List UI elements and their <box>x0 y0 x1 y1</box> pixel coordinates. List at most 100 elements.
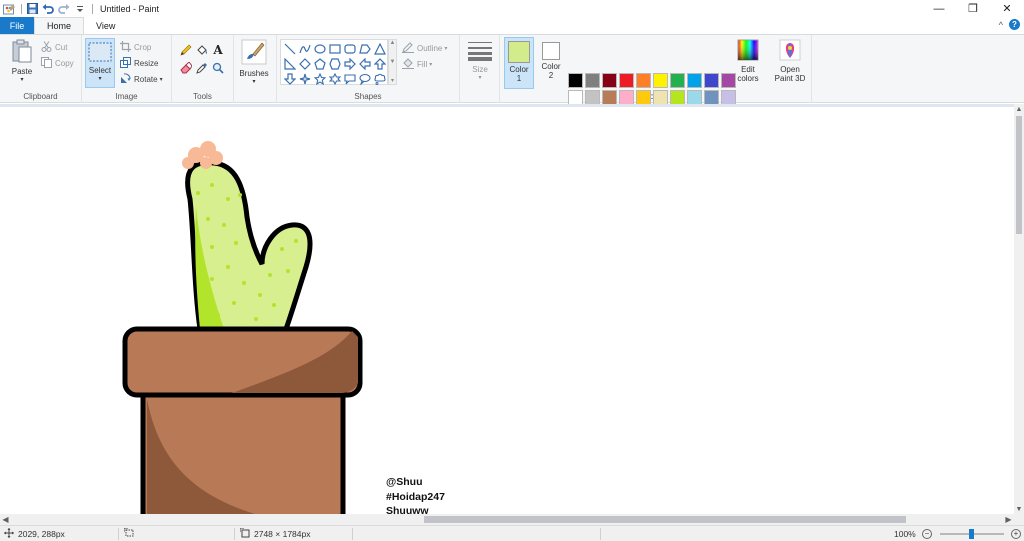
color2-button[interactable]: Color 2 <box>537 39 565 89</box>
palette-swatch[interactable] <box>619 90 634 105</box>
rectangle-shape-icon[interactable] <box>327 41 342 56</box>
palette-swatch[interactable] <box>670 90 685 105</box>
crop-button[interactable]: Crop <box>120 40 151 54</box>
eraser-icon[interactable] <box>178 59 194 77</box>
palette-swatch[interactable] <box>704 73 719 88</box>
down-arrow-shape-icon[interactable] <box>282 71 297 86</box>
up-arrow-shape-icon[interactable] <box>372 56 387 71</box>
close-button[interactable]: ✕ <box>990 0 1024 17</box>
color-picker-icon[interactable] <box>194 59 210 77</box>
pentagon-shape-icon[interactable] <box>312 56 327 71</box>
shapes-scroll-up-icon[interactable]: ▲ <box>390 40 396 46</box>
six-point-star-shape-icon[interactable] <box>327 71 342 86</box>
zoom-in-button[interactable]: + <box>1011 529 1021 539</box>
collapse-ribbon-icon[interactable]: ^ <box>999 20 1003 30</box>
tab-home[interactable]: Home <box>34 17 85 34</box>
minimize-button[interactable]: — <box>922 0 956 17</box>
palette-swatch[interactable] <box>585 73 600 88</box>
vertical-scroll-thumb[interactable] <box>1016 116 1022 234</box>
copy-icon <box>41 56 52 70</box>
vertical-scrollbar[interactable]: ▲ ▼ <box>1014 104 1024 514</box>
color1-button[interactable]: Color 1 <box>504 37 534 89</box>
size-button[interactable]: Size ▾ <box>466 41 494 81</box>
shapes-more-icon[interactable]: ▾ <box>391 77 394 84</box>
palette-swatch[interactable] <box>653 73 668 88</box>
open-paint3d-button[interactable]: Open Paint 3D <box>770 39 810 83</box>
shapes-scroll-down-icon[interactable]: ▼ <box>390 59 396 65</box>
tab-view[interactable]: View <box>84 17 127 34</box>
outline-button[interactable]: Outline ▾ <box>402 41 447 55</box>
crop-icon <box>120 40 131 54</box>
curve-shape-icon[interactable] <box>297 41 312 56</box>
rotate-button[interactable]: Rotate ▾ <box>120 72 163 86</box>
zoom-slider-thumb[interactable] <box>969 529 974 539</box>
text-icon[interactable]: A <box>210 41 226 59</box>
four-point-star-shape-icon[interactable] <box>297 71 312 86</box>
palette-swatch[interactable] <box>721 90 736 105</box>
line-shape-icon[interactable] <box>282 41 297 56</box>
palette-swatch[interactable] <box>670 73 685 88</box>
pencil-icon[interactable] <box>178 41 194 59</box>
select-button[interactable]: Select ▾ <box>85 38 115 88</box>
tab-file[interactable]: File <box>0 17 34 34</box>
rounded-callout-shape-icon[interactable] <box>342 71 357 86</box>
edit-colors-button[interactable]: Edit colors <box>734 39 762 83</box>
palette-swatch[interactable] <box>568 73 583 88</box>
oval-callout-shape-icon[interactable] <box>357 71 372 86</box>
polygon-shape-icon[interactable] <box>357 41 372 56</box>
palette-swatch[interactable] <box>653 90 668 105</box>
size-dropdown-icon[interactable]: ▾ <box>466 74 494 81</box>
palette-swatch[interactable] <box>585 90 600 105</box>
cloud-callout-shape-icon[interactable] <box>372 71 387 86</box>
shapes-scrollbar[interactable]: ▲ ▼ ▾ <box>388 39 397 85</box>
rotate-dropdown-icon[interactable]: ▾ <box>160 76 163 83</box>
palette-swatch[interactable] <box>687 73 702 88</box>
right-triangle-shape-icon[interactable] <box>282 56 297 71</box>
horizontal-scrollbar[interactable]: ◀ ▶ <box>0 514 1014 525</box>
fill-icon[interactable] <box>194 41 210 59</box>
paint-app-icon[interactable] <box>2 2 16 16</box>
brushes-dropdown-icon[interactable]: ▾ <box>236 78 272 85</box>
scroll-right-icon[interactable]: ▶ <box>1003 514 1014 525</box>
copy-label: Copy <box>55 58 74 68</box>
right-arrow-shape-icon[interactable] <box>342 56 357 71</box>
scroll-left-icon[interactable]: ◀ <box>0 514 11 525</box>
palette-swatch[interactable] <box>636 73 651 88</box>
hexagon-shape-icon[interactable] <box>327 56 342 71</box>
scroll-down-icon[interactable]: ▼ <box>1014 504 1024 514</box>
drawing-canvas[interactable]: @Shuu #Hoidap247 Shuuww <box>0 107 1014 514</box>
help-icon[interactable]: ? <box>1009 19 1020 30</box>
palette-swatch[interactable] <box>636 90 651 105</box>
palette-swatch[interactable] <box>704 90 719 105</box>
rounded-rectangle-shape-icon[interactable] <box>342 41 357 56</box>
scroll-up-icon[interactable]: ▲ <box>1014 104 1024 114</box>
copy-button[interactable]: Copy <box>41 56 74 70</box>
palette-swatch[interactable] <box>602 73 617 88</box>
fill-dropdown-icon[interactable]: ▾ <box>429 61 432 68</box>
triangle-shape-icon[interactable] <box>372 41 387 56</box>
left-arrow-shape-icon[interactable] <box>357 56 372 71</box>
paste-dropdown-icon[interactable]: ▾ <box>6 76 38 83</box>
fill-button[interactable]: Fill ▾ <box>402 57 432 71</box>
customize-toolbar-icon[interactable] <box>73 2 87 16</box>
redo-icon[interactable] <box>57 2 71 16</box>
outline-dropdown-icon[interactable]: ▾ <box>444 45 447 52</box>
save-icon[interactable] <box>25 2 39 16</box>
cut-button[interactable]: Cut <box>41 40 67 54</box>
magnifier-icon[interactable] <box>210 59 226 77</box>
restore-button[interactable]: ❐ <box>956 0 990 17</box>
paste-button[interactable]: Paste ▾ <box>6 39 38 83</box>
palette-swatch[interactable] <box>568 90 583 105</box>
horizontal-scroll-thumb[interactable] <box>424 516 906 523</box>
brushes-button[interactable]: Brushes ▾ <box>236 39 272 85</box>
zoom-out-button[interactable]: − <box>922 529 932 539</box>
oval-shape-icon[interactable] <box>312 41 327 56</box>
select-dropdown-icon[interactable]: ▾ <box>86 75 114 82</box>
palette-swatch[interactable] <box>687 90 702 105</box>
palette-swatch[interactable] <box>619 73 634 88</box>
palette-swatch[interactable] <box>602 90 617 105</box>
undo-icon[interactable] <box>41 2 55 16</box>
resize-button[interactable]: Resize <box>120 56 158 70</box>
five-point-star-shape-icon[interactable] <box>312 71 327 86</box>
diamond-shape-icon[interactable] <box>297 56 312 71</box>
